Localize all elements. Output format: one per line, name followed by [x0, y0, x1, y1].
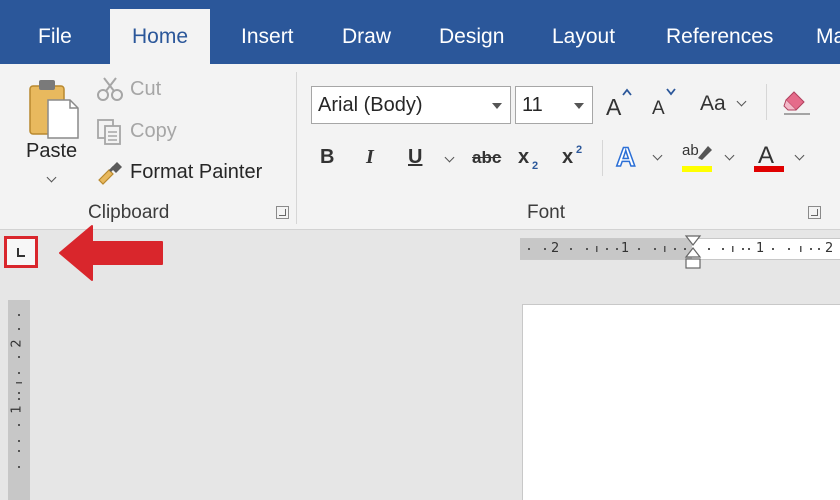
- ruler-label: 2: [825, 241, 834, 256]
- bold-button[interactable]: B: [320, 146, 334, 169]
- shrink-font-label: A: [652, 98, 665, 119]
- paste-icon: [29, 80, 79, 139]
- ruler-label: 2: [9, 339, 25, 348]
- shrink-font-button[interactable]: A: [650, 88, 680, 122]
- superscript-button[interactable]: x 2: [562, 144, 590, 174]
- chevron-down-icon: [724, 150, 735, 161]
- clear-formatting-icon[interactable]: [782, 90, 812, 118]
- tab-mailings[interactable]: Ma: [814, 9, 840, 64]
- subscript-label: x: [518, 146, 530, 168]
- ruler-label: 1: [9, 405, 25, 414]
- tab-file[interactable]: File: [36, 9, 74, 64]
- indent-markers-icon[interactable]: [684, 235, 702, 273]
- copy-button[interactable]: Copy: [130, 120, 177, 143]
- superscript-label: x: [562, 146, 574, 168]
- vertical-ruler[interactable]: 2 1: [8, 300, 30, 500]
- ruler-ticks: [16, 314, 22, 468]
- highlight-color-swatch: [682, 166, 712, 172]
- font-size-combobox[interactable]: 11: [515, 86, 593, 124]
- ruler-label: 2: [551, 241, 560, 256]
- clipboard-dialog-launcher-icon[interactable]: [276, 206, 289, 219]
- tab-design[interactable]: Design: [437, 9, 506, 64]
- grow-font-button[interactable]: A: [604, 88, 634, 122]
- tab-home[interactable]: Home: [110, 9, 211, 64]
- font-group-label: Font: [527, 202, 566, 223]
- strikethrough-button[interactable]: abc: [472, 148, 501, 168]
- font-dialog-launcher-icon[interactable]: [808, 206, 821, 219]
- paste-label: Paste: [26, 140, 78, 162]
- chevron-down-icon[interactable]: [574, 103, 584, 109]
- font-color-button[interactable]: A: [754, 142, 812, 178]
- text-effects-label: A: [615, 141, 636, 173]
- document-page[interactable]: [522, 304, 840, 500]
- tab-stop-selector[interactable]: [4, 236, 38, 268]
- cut-button[interactable]: Cut: [130, 78, 161, 101]
- tab-draw[interactable]: Draw: [340, 9, 393, 64]
- subscript-button[interactable]: x 2: [518, 144, 546, 174]
- cut-icon[interactable]: [96, 76, 124, 102]
- ruler-label: 1: [756, 241, 765, 256]
- horizontal-ruler[interactable]: 2 1 1 2: [520, 235, 840, 269]
- format-painter-button[interactable]: Format Painter: [130, 161, 262, 184]
- format-painter-icon[interactable]: [95, 158, 125, 188]
- tab-insert[interactable]: Insert: [239, 9, 296, 64]
- copy-icon[interactable]: [96, 118, 124, 146]
- underline-button[interactable]: U: [408, 146, 422, 169]
- group-divider: [296, 72, 297, 224]
- font-name-combobox[interactable]: Arial (Body): [311, 86, 511, 124]
- left-tab-icon: [17, 248, 25, 257]
- callout-arrow-icon: [59, 225, 163, 281]
- tab-references[interactable]: References: [664, 9, 775, 64]
- highlighter-icon: [698, 146, 712, 160]
- ribbon-home: Paste Cut Copy Format Painter Clipboard …: [0, 64, 840, 230]
- tab-layout[interactable]: Layout: [550, 9, 617, 64]
- change-case-label: Aa: [700, 92, 726, 115]
- grow-font-label: A: [606, 94, 622, 120]
- change-case-button[interactable]: Aa: [698, 90, 752, 120]
- italic-button[interactable]: I: [366, 146, 374, 169]
- clipboard-group-label: Clipboard: [88, 202, 170, 223]
- chevron-down-icon: [736, 96, 747, 107]
- chevron-down-icon: [652, 150, 663, 161]
- ribbon-tab-bar: File Home Insert Draw Design Layout Refe…: [0, 0, 840, 64]
- toolbar-divider: [766, 84, 767, 120]
- underline-dropdown-icon[interactable]: [444, 152, 455, 163]
- ruler-label: 1: [621, 241, 630, 256]
- caret-up-icon: [622, 88, 632, 96]
- paste-dropdown-icon[interactable]: [46, 172, 57, 183]
- text-effects-button[interactable]: A: [614, 141, 666, 176]
- text-highlight-button[interactable]: ab: [682, 142, 742, 178]
- ruler-ticks: [528, 246, 820, 252]
- chevron-down-icon[interactable]: [492, 103, 502, 109]
- superscript-number: 2: [576, 144, 583, 156]
- font-size-value: 11: [522, 94, 543, 116]
- subscript-number: 2: [532, 160, 539, 172]
- font-color-swatch: [754, 166, 784, 172]
- paste-button[interactable]: Paste: [22, 74, 84, 192]
- font-name-value: Arial (Body): [318, 94, 423, 116]
- caret-down-icon: [666, 88, 676, 96]
- chevron-down-icon: [794, 150, 805, 161]
- toolbar-divider: [602, 140, 603, 176]
